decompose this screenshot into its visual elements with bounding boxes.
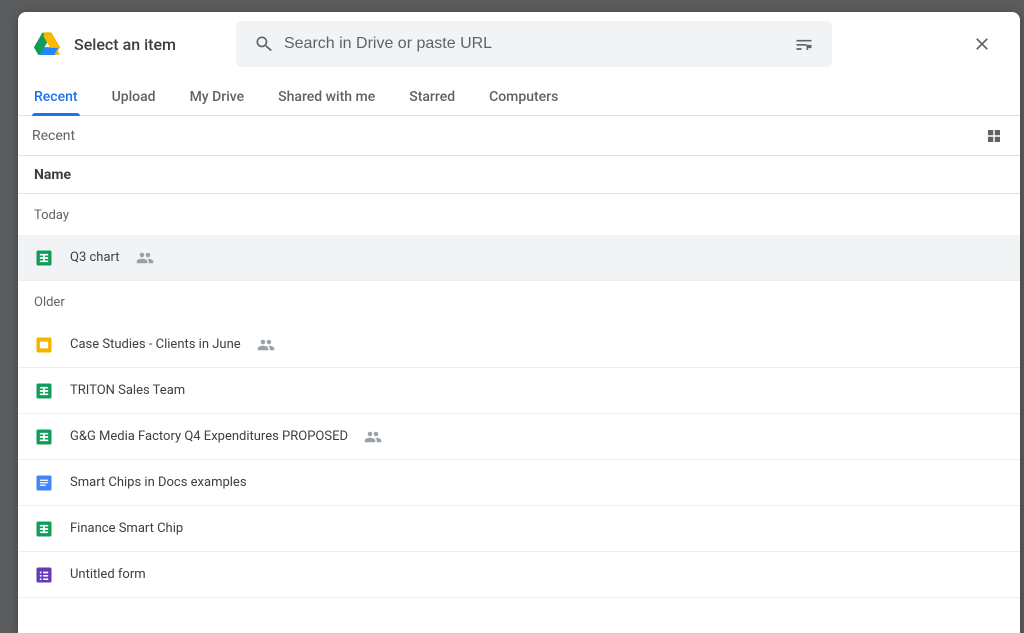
file-name: Untitled form bbox=[70, 567, 146, 582]
file-row[interactable]: Untitled form bbox=[18, 552, 1020, 598]
section-label: Older bbox=[18, 281, 1020, 322]
dialog-title: Select an item bbox=[74, 35, 176, 54]
file-row[interactable]: Smart Chips in Docs examples bbox=[18, 460, 1020, 506]
drive-logo-icon bbox=[34, 32, 60, 56]
file-row[interactable]: Case Studies - Clients in June bbox=[18, 322, 1020, 368]
search-input[interactable] bbox=[284, 35, 784, 53]
file-name: Q3 chart bbox=[70, 250, 120, 265]
drive-picker-dialog: Select an item Recent Upload My Drive Share… bbox=[18, 12, 1020, 633]
tab-shared-with-me[interactable]: Shared with me bbox=[276, 89, 377, 115]
search-icon bbox=[244, 34, 284, 54]
close-button[interactable] bbox=[962, 24, 1002, 64]
file-row[interactable]: TRITON Sales Team bbox=[18, 368, 1020, 414]
tab-upload[interactable]: Upload bbox=[110, 89, 158, 115]
breadcrumb: Recent bbox=[32, 128, 75, 144]
file-name: Case Studies - Clients in June bbox=[70, 337, 241, 352]
tab-bar: Recent Upload My Drive Shared with me Starre… bbox=[18, 76, 1020, 116]
shared-icon bbox=[136, 249, 154, 267]
tab-starred[interactable]: Starred bbox=[407, 89, 457, 115]
column-header-name: Name bbox=[34, 167, 71, 183]
tab-my-drive[interactable]: My Drive bbox=[188, 89, 247, 115]
file-name: Smart Chips in Docs examples bbox=[70, 475, 247, 490]
file-row[interactable]: Q3 chart bbox=[18, 235, 1020, 281]
file-name: G&G Media Factory Q4 Expenditures PROPOS… bbox=[70, 429, 348, 444]
file-name: TRITON Sales Team bbox=[70, 383, 185, 398]
search-filters-button[interactable] bbox=[784, 24, 824, 64]
sheets-file-icon bbox=[34, 519, 54, 539]
sheets-file-icon bbox=[34, 381, 54, 401]
dialog-header: Select an item bbox=[18, 12, 1020, 76]
file-row[interactable]: Finance Smart Chip bbox=[18, 506, 1020, 552]
sheets-file-icon bbox=[34, 248, 54, 268]
docs-file-icon bbox=[34, 473, 54, 493]
file-row[interactable]: G&G Media Factory Q4 Expenditures PROPOS… bbox=[18, 414, 1020, 460]
column-header-row: Name bbox=[18, 156, 1020, 194]
grid-view-toggle[interactable] bbox=[982, 124, 1006, 148]
tab-recent[interactable]: Recent bbox=[32, 89, 80, 115]
shared-icon bbox=[364, 428, 382, 446]
shared-icon bbox=[257, 336, 275, 354]
sheets-file-icon bbox=[34, 427, 54, 447]
file-list[interactable]: Today Q3 chart Older Case Studies - Clients… bbox=[18, 194, 1020, 633]
breadcrumb-row: Recent bbox=[18, 116, 1020, 156]
file-name: Finance Smart Chip bbox=[70, 521, 183, 536]
slides-file-icon bbox=[34, 335, 54, 355]
search-box[interactable] bbox=[236, 21, 832, 67]
tab-computers[interactable]: Computers bbox=[487, 89, 560, 115]
forms-file-icon bbox=[34, 565, 54, 585]
section-label: Today bbox=[18, 194, 1020, 235]
